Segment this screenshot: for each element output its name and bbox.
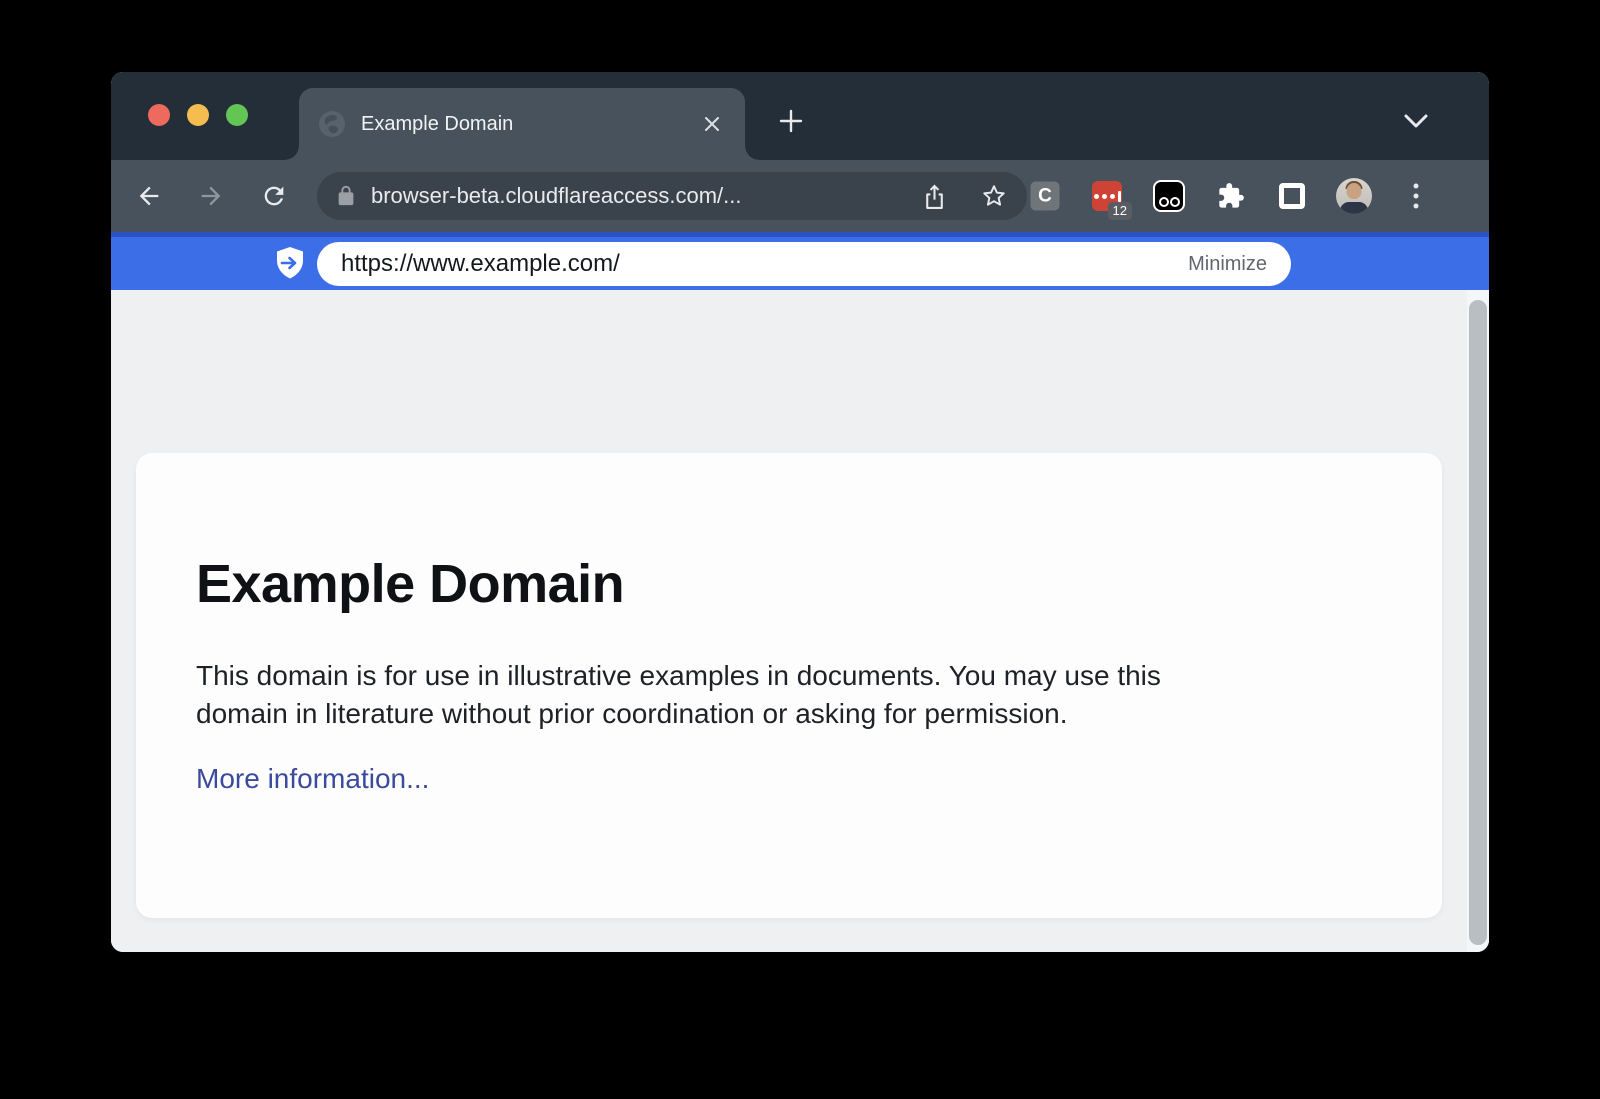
forward-button[interactable] [191,176,231,216]
isolated-url-bar[interactable]: https://www.example.com/ Minimize [317,242,1291,286]
black-circles-extension-icon[interactable] [1153,180,1185,212]
tab-strip: Example Domain [111,72,1489,160]
extensions-puzzle-icon[interactable] [1217,182,1245,210]
isolation-bar: https://www.example.com/ Minimize [111,232,1489,290]
minimize-button[interactable]: Minimize [1188,253,1267,276]
reload-button[interactable] [254,176,294,216]
browser-window: Example Domain browser-beta.cloudflareac [111,72,1489,952]
browser-toolbar: browser-beta.cloudflareaccess.com/... C … [111,160,1489,232]
scrollbar-thumb[interactable] [1469,300,1487,945]
address-bar-url[interactable]: browser-beta.cloudflareaccess.com/... [371,183,910,209]
zoom-window-button[interactable] [226,104,248,126]
page-title: Example Domain [196,553,1382,615]
lock-icon [335,185,357,207]
browser-menu-icon[interactable] [1414,184,1419,209]
back-button[interactable] [129,176,169,216]
close-window-button[interactable] [148,104,170,126]
scrollbar-track[interactable] [1467,290,1489,952]
shield-arrow-icon [275,246,305,280]
page-paragraph: This domain is for use in illustrative e… [196,657,1382,733]
extension-badge-count: 12 [1108,202,1132,220]
tab-example-domain[interactable]: Example Domain [299,88,745,160]
window-controls [148,104,248,126]
share-icon[interactable] [922,183,947,210]
side-panel-icon[interactable] [1279,183,1305,209]
address-bar[interactable]: browser-beta.cloudflareaccess.com/... [317,172,1027,220]
more-information-link[interactable]: More information... [196,763,429,795]
profile-avatar[interactable] [1336,178,1372,214]
password-manager-extension-icon[interactable]: 12 [1092,181,1122,211]
bookmark-star-icon[interactable] [981,183,1007,209]
tab-close-icon[interactable] [697,109,727,139]
page-viewport: Example Domain This domain is for use in… [111,290,1489,952]
extension-c-icon[interactable]: C [1031,182,1060,211]
new-tab-button[interactable] [771,101,811,141]
isolated-url[interactable]: https://www.example.com/ [341,250,1172,278]
tab-search-chevron-icon[interactable] [1396,105,1436,137]
content-card: Example Domain This domain is for use in… [136,453,1442,918]
tab-title: Example Domain [361,113,697,136]
globe-favicon-icon [317,109,347,139]
minimize-window-button[interactable] [187,104,209,126]
